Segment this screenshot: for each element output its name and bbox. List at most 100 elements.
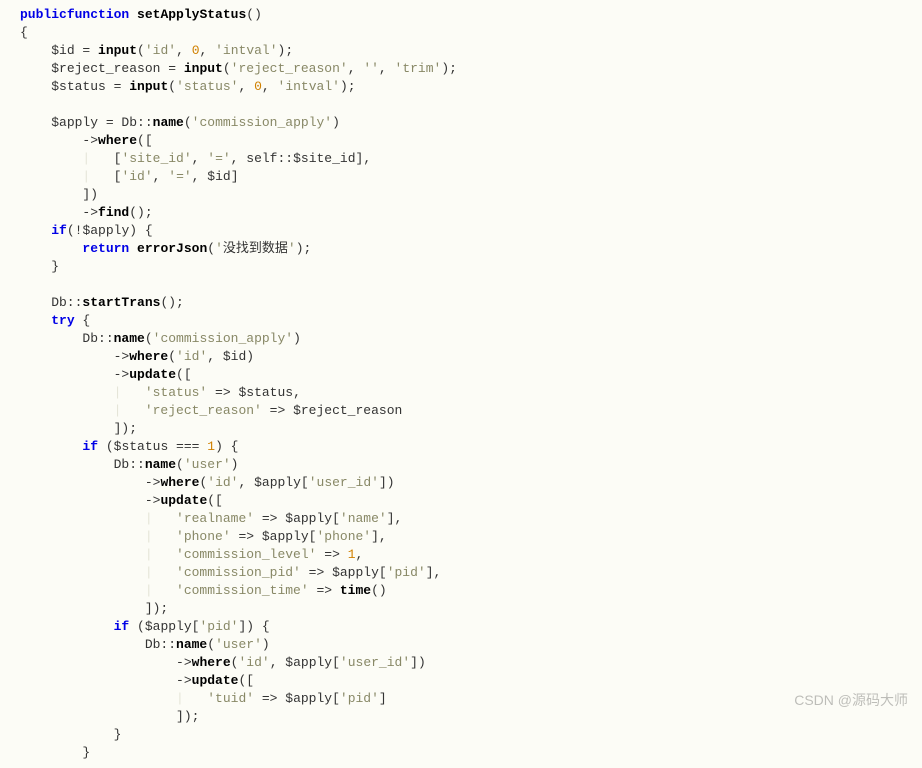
code-token: function (67, 7, 129, 22)
code-token: , (207, 349, 223, 364)
code-token: ([ (238, 673, 254, 688)
code-token: 0 (192, 43, 200, 58)
code-token: -> (20, 133, 98, 148)
code-token: () (371, 583, 387, 598)
code-token: 'user_id' (340, 655, 410, 670)
code-token: , (293, 385, 301, 400)
code-token: ( (168, 79, 176, 94)
code-token: 没找到数据 (223, 241, 288, 256)
code-token: -> (20, 475, 160, 490)
code-token: Db:: (20, 457, 145, 472)
code-token: where (192, 655, 231, 670)
code-token: { (20, 25, 28, 40)
code-token: , (270, 655, 286, 670)
code-token: $reject_reason (51, 61, 160, 76)
code-token: ); (296, 241, 312, 256)
code-token: ] (231, 169, 239, 184)
code-token: $status (114, 439, 169, 454)
code-token: errorJson (137, 241, 207, 256)
code-token: ) (231, 457, 239, 472)
code-token: setApplyStatus (137, 7, 246, 22)
code-token (20, 439, 82, 454)
code-token: [ (332, 691, 340, 706)
code-token: , (238, 475, 254, 490)
code-token: 'reject_reason' (145, 403, 262, 418)
code-token: 'id' (238, 655, 269, 670)
code-token: update (129, 367, 176, 382)
code-token: 'reject_reason' (231, 61, 348, 76)
code-token: () (246, 7, 262, 22)
code-token: 'tuid' (207, 691, 254, 706)
code-token: ]) { (238, 619, 269, 634)
code-token (20, 43, 51, 58)
code-token: ([ (137, 133, 153, 148)
code-token: name (176, 637, 207, 652)
code-token: ]); (20, 421, 137, 436)
code-token: try (51, 313, 74, 328)
code-token: -> (20, 367, 129, 382)
code-token: => (231, 529, 262, 544)
code-token: ( (98, 439, 114, 454)
code-token: ]) (410, 655, 426, 670)
code-token: where (160, 475, 199, 490)
code-token: [ (332, 511, 340, 526)
code-token: 'commission_apply' (153, 331, 293, 346)
code-token (20, 313, 51, 328)
code-token: update (160, 493, 207, 508)
code-token: where (98, 133, 137, 148)
code-token: { (75, 313, 91, 328)
code-token: find (98, 205, 129, 220)
code-token: input (129, 79, 168, 94)
code-token: ) (332, 115, 340, 130)
code-token: , (348, 61, 364, 76)
code-token: ) { (129, 223, 152, 238)
code-token: , (379, 61, 395, 76)
code-token: input (98, 43, 137, 58)
code-token: = (75, 43, 98, 58)
code-token: 'user_id' (309, 475, 379, 490)
code-token: ( (176, 457, 184, 472)
code-token: ], (387, 511, 403, 526)
code-token: ]); (20, 601, 168, 616)
code-token: = (160, 61, 183, 76)
code-token: ([ (176, 367, 192, 382)
code-token: $apply (285, 691, 332, 706)
code-token: $reject_reason (293, 403, 402, 418)
code-token: ) (262, 637, 270, 652)
code-token: $apply (332, 565, 379, 580)
code-token (20, 619, 114, 634)
code-token: $id (207, 169, 230, 184)
code-token: name (153, 115, 184, 130)
code-token: ]) (20, 187, 98, 202)
code-token: 'id' (176, 349, 207, 364)
code-token: -> (20, 673, 192, 688)
code-token: | (20, 691, 207, 706)
code-token: 'commission_pid' (176, 565, 301, 580)
code-token: where (129, 349, 168, 364)
code-token: => (262, 403, 293, 418)
code-token: | (20, 565, 176, 580)
code-token: , (176, 43, 192, 58)
code-token: ( (207, 637, 215, 652)
code-token: (); (129, 205, 152, 220)
code-token: | (20, 403, 145, 418)
code-token: ( (137, 43, 145, 58)
code-token: return (82, 241, 129, 256)
code-token: (); (160, 295, 183, 310)
code-token: name (114, 331, 145, 346)
code-token: if (51, 223, 67, 238)
code-token (20, 115, 51, 130)
code-token: ( (223, 61, 231, 76)
code-token: $id (223, 349, 246, 364)
code-token: => (316, 547, 347, 562)
code-token: Db:: (20, 637, 176, 652)
code-token: , (192, 169, 208, 184)
code-token: => (207, 385, 238, 400)
code-token: ( (145, 331, 153, 346)
code-token: $apply (285, 511, 332, 526)
code-token: | (20, 511, 176, 526)
code-token (129, 241, 137, 256)
code-token: 'phone' (316, 529, 371, 544)
code-token: , (153, 169, 169, 184)
code-token: if (114, 619, 130, 634)
